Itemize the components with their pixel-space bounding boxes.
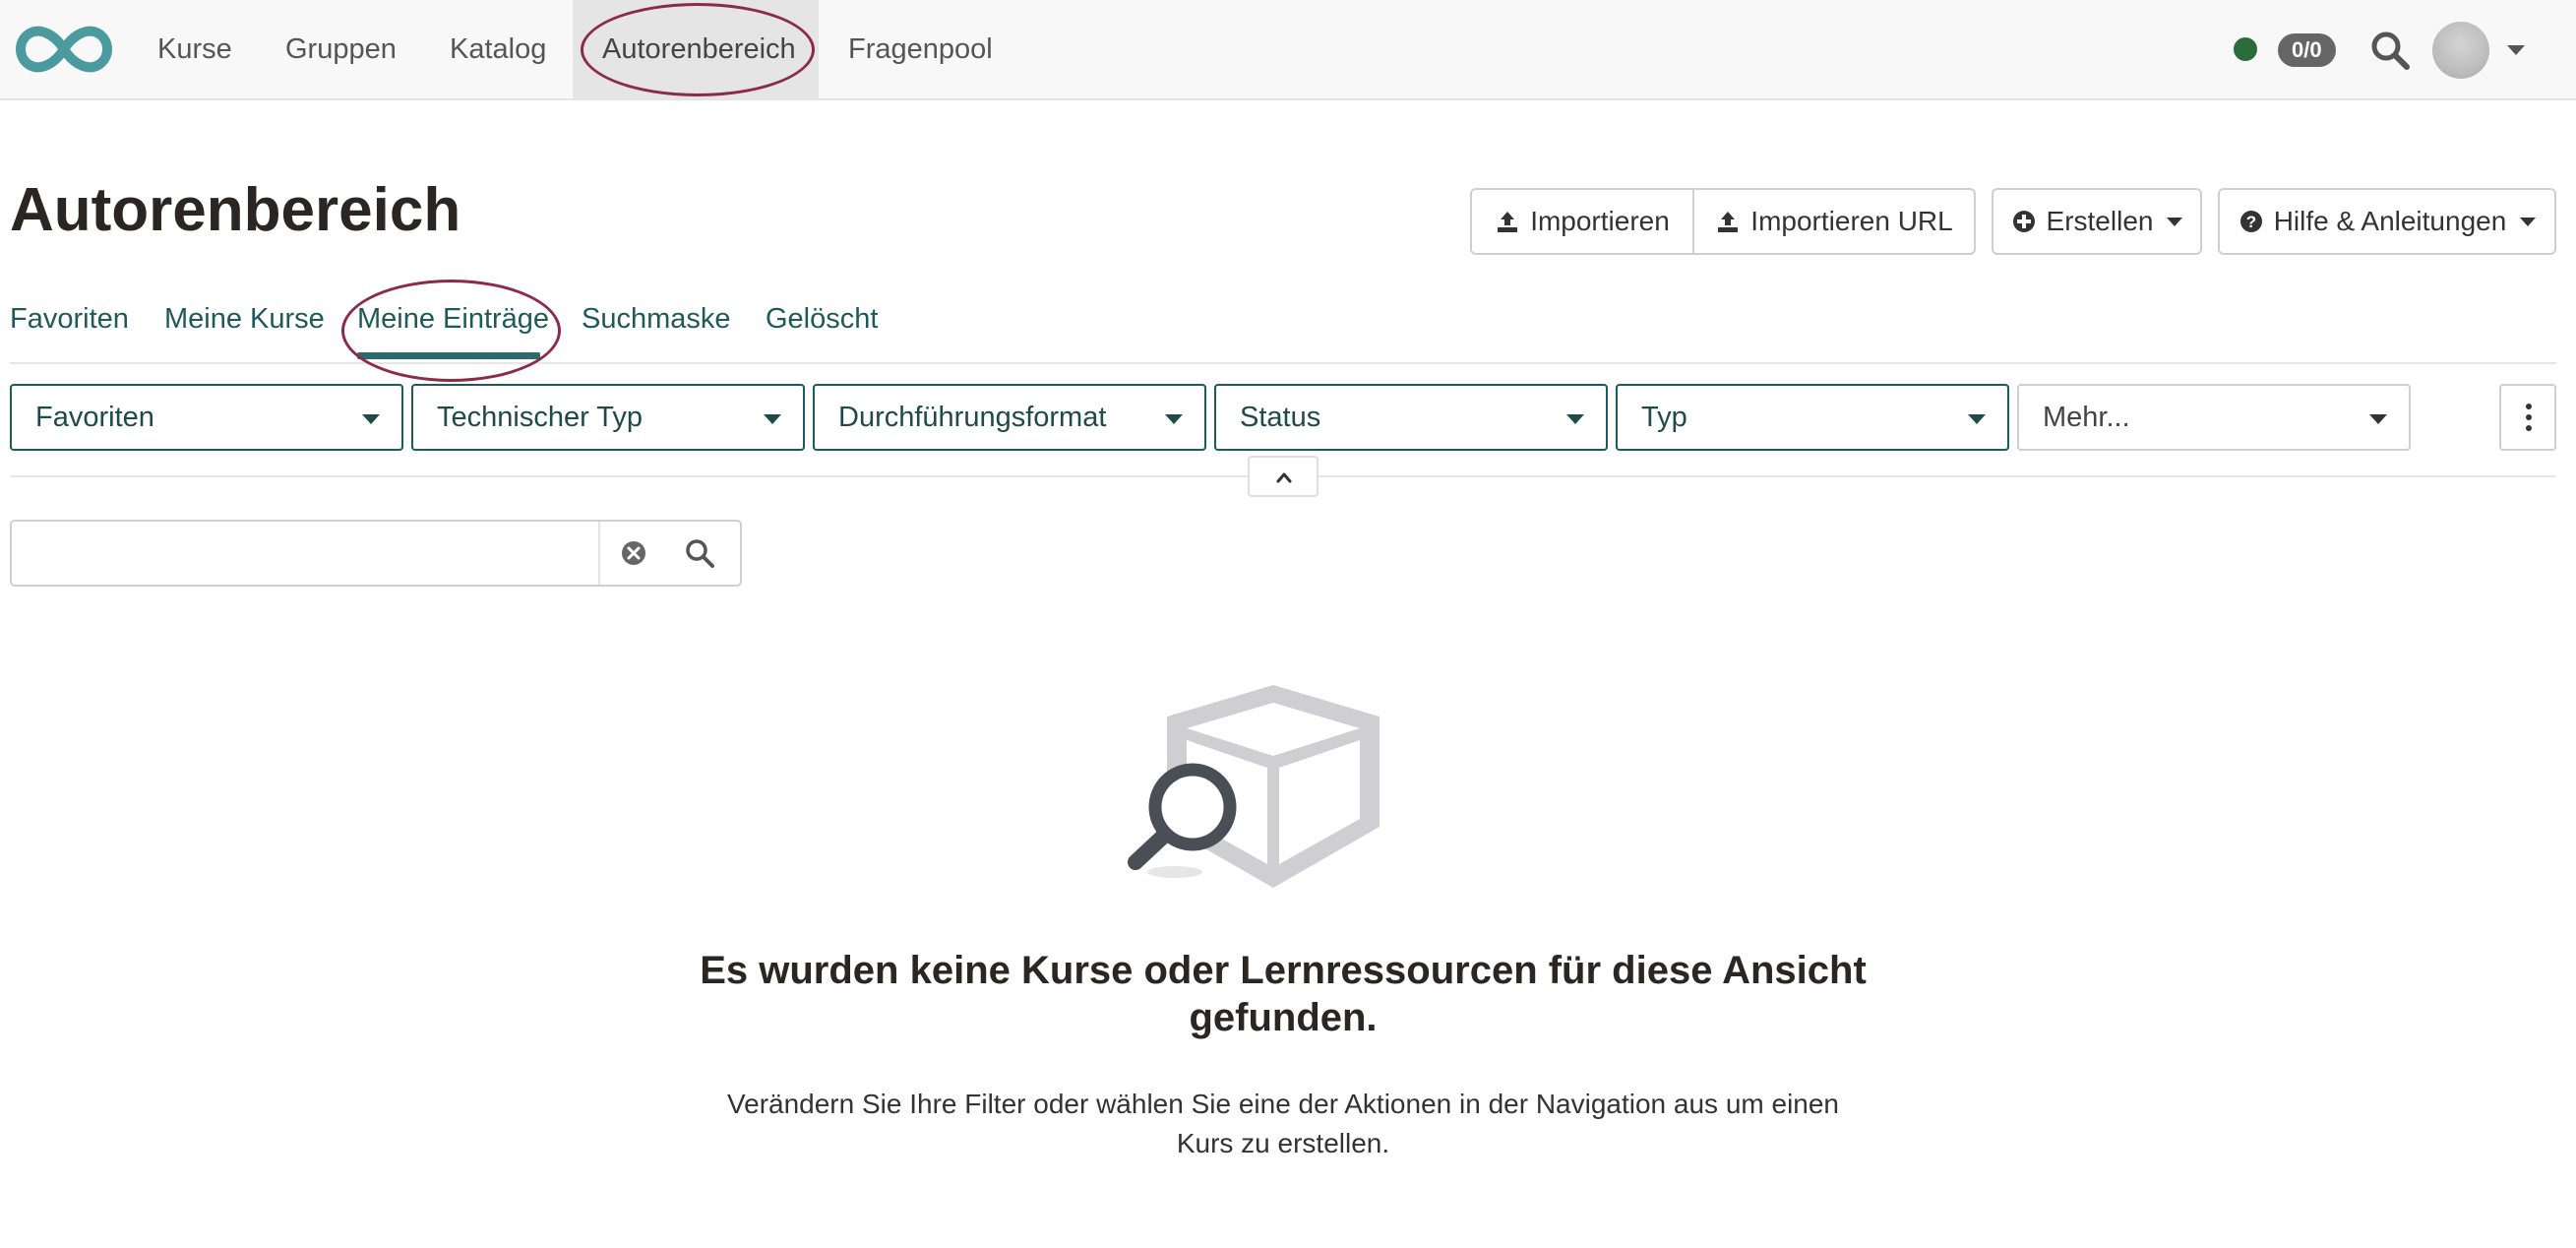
nav-item-katalog[interactable]: Katalog [420,0,576,98]
caret-down-icon[interactable] [2507,45,2525,55]
import-button[interactable]: Importieren [1470,188,1694,255]
tab-suchmaske[interactable]: Suchmaske [582,303,731,336]
tab-meine-eintraege[interactable]: Meine Einträge [357,303,549,336]
upload-icon [1498,212,1518,232]
online-status-indicator[interactable] [2234,37,2257,61]
filter-label: Durchführungsformat [838,402,1107,433]
infinity-logo-icon[interactable] [10,16,118,83]
empty-state-title: Es wurden keine Kurse oder Lernressource… [700,949,1867,1039]
nav-item-kurse[interactable]: Kurse [128,0,262,98]
kebab-menu-icon [2526,414,2532,420]
caret-down-icon [764,414,781,424]
search-input[interactable] [12,522,598,585]
help-button[interactable]: ? Hilfe & Anleitungen [2218,188,2556,255]
counter-badge[interactable]: 0/0 [2278,33,2336,67]
caret-down-icon [362,414,380,424]
caret-down-icon [2167,217,2183,226]
tab-meine-kurse[interactable]: Meine Kurse [164,303,325,336]
filter-label: Typ [1641,402,1687,433]
caret-down-icon [1968,414,1986,424]
filter-mehr[interactable]: Mehr... [2017,384,2411,451]
nav-item-gruppen[interactable]: Gruppen [256,0,426,98]
tab-geloescht[interactable]: Gelöscht [766,303,878,336]
filter-status[interactable]: Status [1214,384,1608,451]
import-button-label: Importieren [1530,206,1670,236]
collapse-filters-button[interactable] [1248,456,1319,497]
nav-item-fragenpool[interactable]: Fragenpool [819,0,1022,98]
create-button-label: Erstellen [2046,206,2154,236]
filter-label: Favoriten [35,402,154,433]
filter-label: Status [1240,402,1321,433]
divider [598,522,600,585]
caret-down-icon [1165,414,1183,424]
divider [10,362,2556,364]
import-url-button-label: Importieren URL [1750,206,1953,236]
question-circle-icon: ? [2239,211,2262,232]
plus-circle-icon [2012,211,2035,232]
filter-label: Mehr... [2043,402,2130,433]
svg-text:?: ? [2245,213,2255,231]
import-url-button[interactable]: Importieren URL [1694,188,1976,255]
create-button[interactable]: Erstellen [1992,188,2202,255]
filter-typ[interactable]: Typ [1616,384,2009,451]
filter-label: Technischer Typ [437,402,644,433]
search-icon[interactable] [684,537,715,569]
caret-down-icon [2369,414,2387,424]
chevron-up-icon [1276,472,1292,483]
search-box [10,520,742,587]
upload-icon [1718,212,1739,232]
filter-durchfuehrungsformat[interactable]: Durchführungsformat [813,384,1206,451]
active-tab-indicator [357,352,540,359]
kebab-menu-icon [2526,425,2532,431]
help-button-label: Hilfe & Anleitungen [2273,206,2507,236]
empty-state-text: Verändern Sie Ihre Filter oder wählen Si… [726,1089,1840,1158]
caret-down-icon [1566,414,1584,424]
top-navbar: Kurse Gruppen Katalog Autorenbereich Fra… [0,0,2576,100]
search-icon[interactable] [2369,30,2411,71]
caret-down-icon [2520,217,2537,226]
filter-favoriten[interactable]: Favoriten [10,384,403,451]
tab-favoriten[interactable]: Favoriten [10,303,129,336]
nav-item-autorenbereich[interactable]: Autorenbereich [573,0,819,98]
box-search-icon [1128,685,1380,888]
filter-technischer-typ[interactable]: Technischer Typ [411,384,805,451]
avatar[interactable] [2432,22,2489,79]
clear-icon[interactable] [620,539,647,567]
kebab-menu-icon [2526,404,2532,409]
kebab-menu-button[interactable] [2499,384,2556,451]
page-title: Autorenbereich [10,176,461,244]
